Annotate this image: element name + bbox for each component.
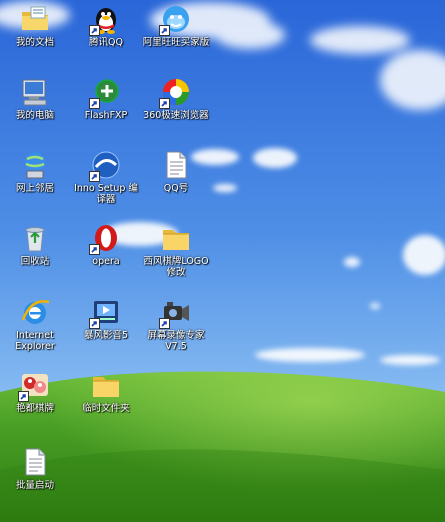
network-places-icon bbox=[19, 149, 51, 181]
shortcut-arrow-icon bbox=[159, 98, 170, 109]
desktop-icon-label: opera bbox=[92, 256, 120, 267]
desktop-icon-label: 艳都棋牌 bbox=[15, 403, 54, 414]
opera-icon bbox=[89, 222, 122, 255]
folder-icon bbox=[160, 222, 192, 254]
desktop-icon-network-places[interactable]: 网上邻居 bbox=[0, 149, 71, 195]
desktop-icon-label: 临时文件夹 bbox=[82, 403, 130, 414]
desktop-icon-chess-games[interactable]: 艳都棋牌 bbox=[0, 369, 71, 415]
desktop-icon-opera[interactable]: opera bbox=[70, 222, 142, 268]
shortcut-arrow-icon bbox=[159, 25, 170, 36]
shortcut-arrow-icon bbox=[89, 171, 100, 182]
desktop-icon-my-computer[interactable]: 我的电脑 bbox=[0, 76, 71, 122]
desktop-icon-aliwangwang[interactable]: 阿里旺旺买家版 bbox=[140, 3, 212, 49]
desktop-icon-label: FlashFXP bbox=[84, 110, 128, 121]
desktop-icon-qq-number[interactable]: QQ号 bbox=[140, 149, 212, 195]
folder-icon bbox=[90, 369, 122, 401]
shortcut-arrow-icon bbox=[89, 318, 100, 329]
shortcut-arrow-icon bbox=[89, 25, 100, 36]
desktop-icon-label: 暴风影音5 bbox=[83, 330, 129, 341]
desktop-icon-internet-explorer[interactable]: Internet Explorer bbox=[0, 296, 71, 352]
chess-game-icon bbox=[18, 369, 51, 402]
desktop-icon-inno-setup[interactable]: Inno Setup 编译器 bbox=[70, 149, 142, 205]
desktop-icon-label: Internet Explorer bbox=[15, 330, 55, 352]
desktop-icon-xiyou-logo[interactable]: 西风棋牌LOGO修改 bbox=[140, 222, 212, 278]
folder-documents-icon bbox=[19, 3, 51, 35]
desktop[interactable]: 我的文档 腾讯QQ 阿里旺旺买家版我的电脑 FlashFXP 360极速浏览器网上邻居 I… bbox=[0, 0, 445, 522]
desktop-icon-label: 西风棋牌LOGO修改 bbox=[143, 256, 209, 278]
desktop-icon-recycle-bin[interactable]: 回收站 bbox=[0, 222, 71, 268]
desktop-icon-label: 回收站 bbox=[20, 256, 50, 267]
internet-explorer-icon bbox=[19, 296, 51, 328]
shortcut-arrow-icon bbox=[18, 391, 29, 402]
desktop-icon-label: QQ号 bbox=[163, 183, 189, 194]
desktop-icon-label: 批量启动 bbox=[15, 480, 54, 491]
desktop-icon-label: 我的电脑 bbox=[15, 110, 54, 121]
text-document-icon bbox=[160, 149, 192, 181]
desktop-icon-batch-start[interactable]: 批量启动 bbox=[0, 446, 71, 492]
aliwangwang-icon bbox=[159, 3, 192, 36]
desktop-icon-flashfxp[interactable]: FlashFXP bbox=[70, 76, 142, 122]
shortcut-arrow-icon bbox=[159, 318, 170, 329]
desktop-icon-label: 阿里旺旺买家版 bbox=[142, 37, 210, 48]
desktop-icon-tencent-qq[interactable]: 腾讯QQ bbox=[70, 3, 142, 49]
desktop-icon-label: 我的文档 bbox=[15, 37, 54, 48]
inno-setup-icon bbox=[89, 149, 122, 182]
shortcut-arrow-icon bbox=[89, 98, 100, 109]
qq-penguin-icon bbox=[89, 3, 122, 36]
text-document-icon bbox=[19, 446, 51, 478]
desktop-icon-browser-360[interactable]: 360极速浏览器 bbox=[140, 76, 212, 122]
desktop-icon-label: 屏幕录像专家V7.5 bbox=[147, 330, 205, 352]
desktop-icon-baofeng[interactable]: 暴风影音5 bbox=[70, 296, 142, 342]
computer-icon bbox=[19, 76, 51, 108]
video-camera-icon bbox=[159, 296, 192, 329]
desktop-icon-label: Inno Setup 编译器 bbox=[74, 183, 138, 205]
recycle-bin-icon bbox=[19, 222, 51, 254]
desktop-icon-temp-folder[interactable]: 临时文件夹 bbox=[70, 369, 142, 415]
desktop-icon-label: 腾讯QQ bbox=[89, 37, 123, 48]
desktop-icon-my-documents[interactable]: 我的文档 bbox=[0, 3, 71, 49]
shortcut-arrow-icon bbox=[89, 244, 100, 255]
desktop-icon-label: 360极速浏览器 bbox=[143, 110, 209, 121]
desktop-icon-screen-recorder[interactable]: 屏幕录像专家V7.5 bbox=[140, 296, 212, 352]
360-browser-icon bbox=[159, 76, 192, 109]
flashfxp-icon bbox=[89, 76, 122, 109]
desktop-icon-label: 网上邻居 bbox=[15, 183, 54, 194]
video-player-icon bbox=[89, 296, 122, 329]
